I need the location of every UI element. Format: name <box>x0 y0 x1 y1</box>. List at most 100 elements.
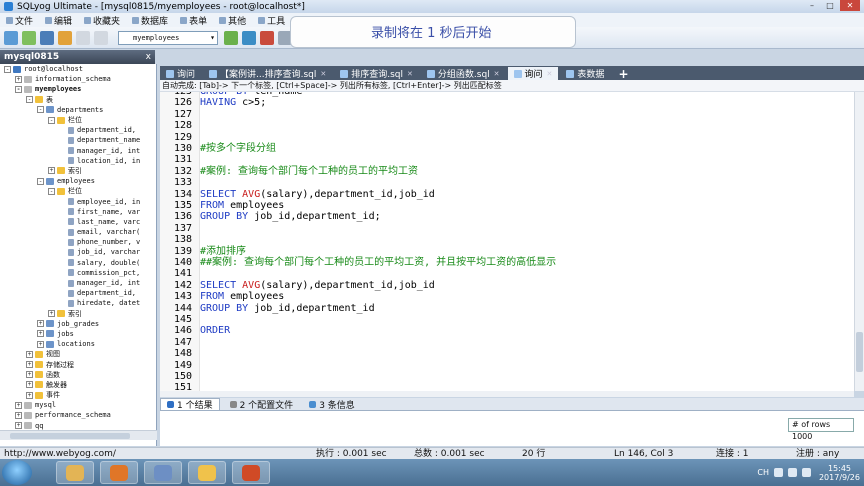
tree-item[interactable]: + 索引 <box>0 166 156 176</box>
menu-item[interactable]: 文件 <box>6 14 33 27</box>
rows-limit-box[interactable]: # of rows 1000 <box>788 418 854 441</box>
collapse-toggle-icon[interactable]: - <box>48 187 55 195</box>
tree-item[interactable]: job_id, varchar <box>0 247 156 257</box>
tree-item[interactable]: department_name <box>0 135 156 145</box>
tree-item[interactable]: - myemployees <box>0 84 156 94</box>
taskbar-folder-button[interactable] <box>188 461 226 484</box>
close-tab-icon[interactable]: ✕ <box>407 70 413 78</box>
expand-toggle-icon[interactable]: + <box>15 411 22 419</box>
expand-toggle-icon[interactable]: + <box>48 310 55 318</box>
result-tab[interactable]: 1 个结果 <box>160 398 220 411</box>
collapse-toggle-icon[interactable]: - <box>48 116 55 124</box>
expand-toggle-icon[interactable]: + <box>37 320 44 328</box>
volume-icon[interactable] <box>801 468 811 477</box>
expand-toggle-icon[interactable]: + <box>15 75 22 83</box>
menu-item[interactable]: 数据库 <box>132 14 168 27</box>
new-tab-button[interactable]: + <box>612 67 634 81</box>
tree-item[interactable]: employee_id, in <box>0 196 156 206</box>
tree-item[interactable]: + jobs <box>0 329 156 339</box>
connection-header[interactable]: mysql0815 x <box>0 50 155 64</box>
result-tab[interactable]: 2 个配置文件 <box>224 398 300 411</box>
network-icon[interactable] <box>787 468 797 477</box>
taskbar-dolphin-button[interactable] <box>144 461 182 484</box>
expand-toggle-icon[interactable]: + <box>26 371 33 379</box>
start-button[interactable] <box>2 460 32 485</box>
tree-item[interactable]: + 触发器 <box>0 380 156 390</box>
result-tab[interactable]: 3 条信息 <box>303 398 361 411</box>
menu-item[interactable]: 工具 <box>258 14 285 27</box>
tree-item[interactable]: salary, double( <box>0 258 156 268</box>
tree-item[interactable]: + 函数 <box>0 370 156 380</box>
expand-toggle-icon[interactable]: + <box>26 391 33 399</box>
tree-item[interactable]: + locations <box>0 339 156 349</box>
query-tab[interactable]: 排序查询.sql ✕ <box>334 67 419 80</box>
tree-item[interactable]: + information_schema <box>0 74 156 84</box>
expand-toggle-icon[interactable]: + <box>26 381 33 389</box>
menu-item[interactable]: 编辑 <box>45 14 72 27</box>
query-tab[interactable]: 表数据 <box>560 67 610 80</box>
close-tab-icon[interactable]: ✕ <box>494 70 500 78</box>
menu-item[interactable]: 表单 <box>180 14 207 27</box>
expand-toggle-icon[interactable]: + <box>15 422 22 430</box>
taskbar-firefox-button[interactable] <box>100 461 138 484</box>
tree-item[interactable]: department_id, <box>0 288 156 298</box>
collapse-toggle-icon[interactable]: - <box>15 85 22 93</box>
tree-item[interactable]: manager_id, int <box>0 146 156 156</box>
tree-item[interactable]: - root@localhost <box>0 64 156 74</box>
execute-all-icon[interactable] <box>242 30 256 45</box>
clock[interactable]: 15:45 2017/9/26 <box>819 464 860 482</box>
stop-icon[interactable] <box>260 30 274 45</box>
maximize-button[interactable]: □ <box>822 0 838 11</box>
tree-item[interactable]: manager_id, int <box>0 278 156 288</box>
editor-horizontal-scrollbar[interactable] <box>160 391 854 397</box>
object-browser-scrollbar[interactable] <box>0 430 157 440</box>
help-icon[interactable] <box>773 468 783 477</box>
tree-item[interactable]: phone_number, v <box>0 237 156 247</box>
expand-toggle-icon[interactable]: + <box>37 340 44 348</box>
query-tab[interactable]: 分组函数.sql ✕ <box>421 67 506 80</box>
tree-item[interactable]: - 栏位 <box>0 115 156 125</box>
tree-item[interactable]: hiredate, datet <box>0 298 156 308</box>
execute-query-icon[interactable] <box>224 30 238 45</box>
tree-item[interactable]: + performance_schema <box>0 410 156 420</box>
open-icon[interactable] <box>58 30 72 45</box>
tree-item[interactable]: + job_grades <box>0 319 156 329</box>
tree-item[interactable]: - employees <box>0 176 156 186</box>
minimize-button[interactable]: – <box>804 0 820 11</box>
tree-item[interactable]: last_name, varc <box>0 217 156 227</box>
taskbar-powerpoint-button[interactable] <box>232 461 270 484</box>
new-connection-icon[interactable] <box>4 30 18 45</box>
expand-toggle-icon[interactable]: + <box>15 401 22 409</box>
tree-item[interactable]: location_id, in <box>0 156 156 166</box>
collapse-toggle-icon[interactable]: - <box>26 96 33 104</box>
expand-toggle-icon[interactable]: + <box>26 361 33 369</box>
tree-item[interactable]: commission_pct, <box>0 268 156 278</box>
new-query-icon[interactable] <box>22 30 36 45</box>
scrollbar-thumb[interactable] <box>856 332 863 372</box>
expand-toggle-icon[interactable]: + <box>48 167 55 175</box>
tree-item[interactable]: + mysql <box>0 400 156 410</box>
query-editor[interactable]: 125GROUP BY len_name126HAVING c>5;127128… <box>160 92 854 391</box>
tree-item[interactable]: + 存储过程 <box>0 359 156 369</box>
close-button[interactable]: ✕ <box>840 0 860 11</box>
collapse-toggle-icon[interactable]: - <box>37 106 44 114</box>
query-tab[interactable]: 询问 ✕ <box>507 67 559 80</box>
copy-icon[interactable] <box>94 30 108 45</box>
close-connection-icon[interactable]: x <box>146 50 151 64</box>
taskbar-explorer-button[interactable] <box>56 461 94 484</box>
tree-item[interactable]: + 视图 <box>0 349 156 359</box>
tree-item[interactable]: department_id, <box>0 125 156 135</box>
query-tab[interactable]: 【案例讲...排序查询.sql ✕ <box>203 67 332 80</box>
editor-vertical-scrollbar[interactable] <box>854 92 864 391</box>
database-select[interactable]: myemployees <box>118 30 218 45</box>
tree-item[interactable]: + 索引 <box>0 309 156 319</box>
scrollbar-thumb[interactable] <box>10 433 130 439</box>
tree-item[interactable]: - departments <box>0 105 156 115</box>
cut-icon[interactable] <box>76 30 90 45</box>
collapse-toggle-icon[interactable]: - <box>4 65 11 73</box>
tree-item[interactable]: email, varchar( <box>0 227 156 237</box>
collapse-toggle-icon[interactable]: - <box>37 177 44 185</box>
query-tab[interactable]: 询问 <box>160 67 201 80</box>
language-indicator[interactable]: CH <box>757 468 769 477</box>
save-icon[interactable] <box>40 30 54 45</box>
